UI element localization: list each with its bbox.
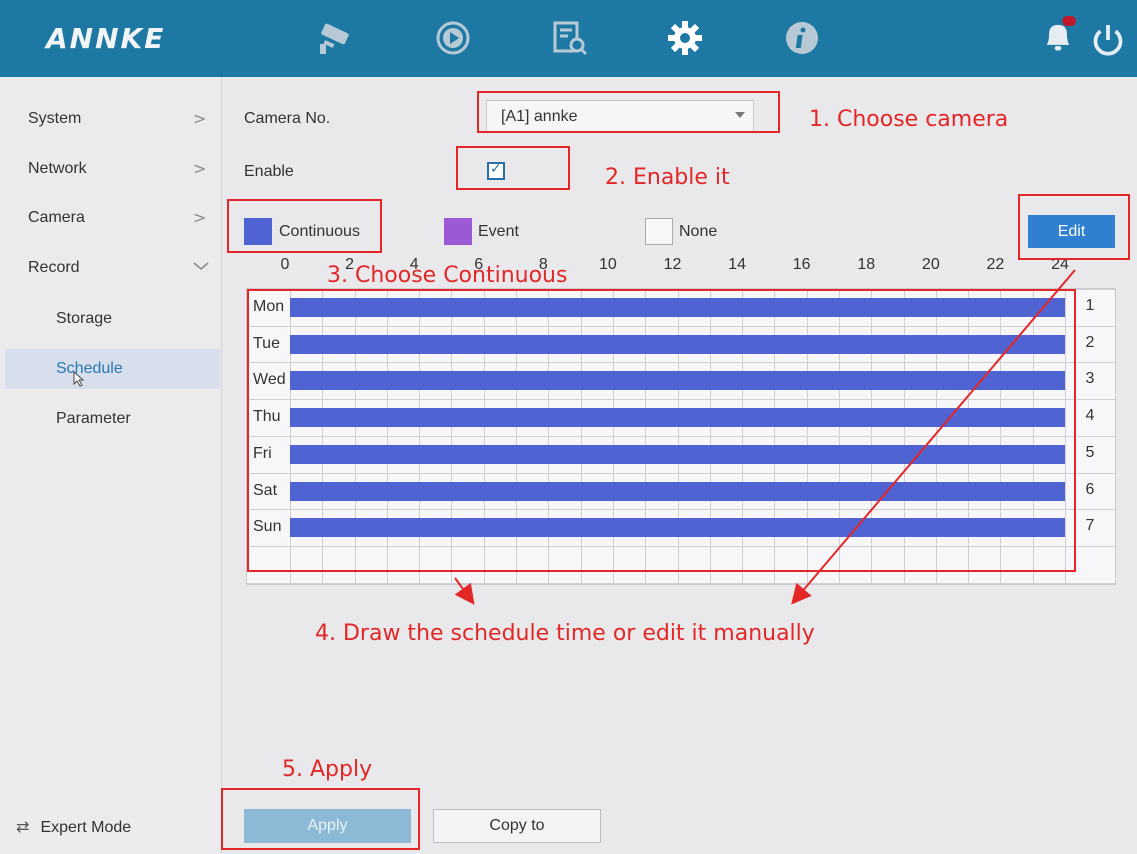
expert-mode-toggle[interactable]: ⇄ Expert Mode (16, 817, 131, 837)
top-bar: ANNKE (0, 0, 1137, 77)
sidebar-item-network[interactable]: Network > (0, 149, 220, 189)
grid-line (247, 582, 1115, 584)
legend-label-none[interactable]: None (679, 223, 717, 241)
hour-tick-label: 12 (663, 256, 682, 273)
sidebar-item-label: Schedule (56, 360, 123, 377)
hour-tick-label: 22 (986, 256, 1005, 273)
annotation-step5: 5. Apply (282, 757, 373, 782)
search-file-icon[interactable] (550, 18, 590, 58)
chevron-right-icon: > (193, 109, 207, 128)
sidebar-item-storage[interactable]: Storage (0, 299, 220, 339)
annotation-step3: 3. Choose Continuous (327, 263, 568, 288)
row-number: 1 (1085, 297, 1095, 314)
sidebar-item-label: System (28, 110, 82, 127)
sidebar-item-label: Storage (56, 310, 113, 327)
annotation-box-enable (456, 146, 570, 190)
sidebar-item-parameter[interactable]: Parameter (0, 399, 220, 439)
power-icon[interactable] (1088, 20, 1123, 56)
row-number: 5 (1085, 443, 1095, 461)
chevron-right-icon: > (193, 159, 207, 178)
copy-to-button[interactable]: Copy to (433, 809, 601, 843)
row-number: 3 (1085, 370, 1095, 388)
hour-tick-label: 16 (792, 256, 811, 273)
row-number: 4 (1085, 407, 1095, 425)
camera-icon[interactable] (316, 18, 356, 58)
annke-logo: ANNKE (46, 22, 166, 55)
chevron-right-icon: > (193, 208, 207, 227)
playback-icon[interactable] (433, 18, 473, 58)
annotation-step2: 2. Enable it (605, 165, 730, 190)
sidebar-item-camera[interactable]: Camera > (0, 198, 220, 238)
hour-tick-label: 0 (280, 256, 290, 273)
annotation-box-continuous (227, 199, 382, 253)
row-number: 6 (1085, 480, 1095, 498)
camera-no-label: Camera No. (244, 110, 331, 127)
sidebar-item-label: Record (28, 259, 80, 276)
annotation-box-camera (477, 91, 780, 133)
annotation-step4: 4. Draw the schedule time or edit it man… (315, 621, 815, 646)
row-number: 2 (1085, 333, 1095, 351)
annotation-step1: 1. Choose camera (809, 107, 1009, 132)
hour-tick-label: 10 (599, 256, 617, 273)
sidebar-item-schedule[interactable]: Schedule (5, 349, 220, 389)
hour-tick-label: 14 (728, 256, 746, 273)
legend-label-event[interactable]: Event (478, 223, 519, 241)
expert-mode-label: Expert Mode (40, 819, 132, 836)
legend-swatch-none[interactable] (645, 218, 673, 245)
hour-tick-label: 20 (921, 256, 940, 273)
chevron-down-icon (191, 256, 211, 280)
annotation-box-grid (247, 289, 1076, 572)
legend-swatch-event[interactable] (444, 218, 472, 245)
annotation-box-apply (221, 788, 420, 850)
sidebar-item-label: Parameter (56, 410, 131, 427)
sidebar-item-label: Camera (28, 209, 85, 226)
info-icon[interactable] (782, 18, 822, 58)
sidebar-item-record[interactable]: Record (0, 248, 220, 288)
swap-arrows-icon: ⇄ (16, 817, 30, 836)
gear-icon[interactable] (665, 18, 705, 58)
sidebar-item-label: Network (28, 160, 87, 177)
mouse-cursor-icon (73, 370, 85, 392)
enable-label: Enable (244, 163, 294, 180)
row-number: 7 (1085, 517, 1095, 535)
hour-tick-label: 18 (857, 256, 876, 273)
sidebar: System > Network > Camera > Record Stora… (0, 77, 222, 854)
sidebar-item-system[interactable]: System > (0, 99, 220, 139)
annotation-box-edit (1018, 194, 1130, 260)
bell-icon[interactable] (1038, 16, 1076, 52)
